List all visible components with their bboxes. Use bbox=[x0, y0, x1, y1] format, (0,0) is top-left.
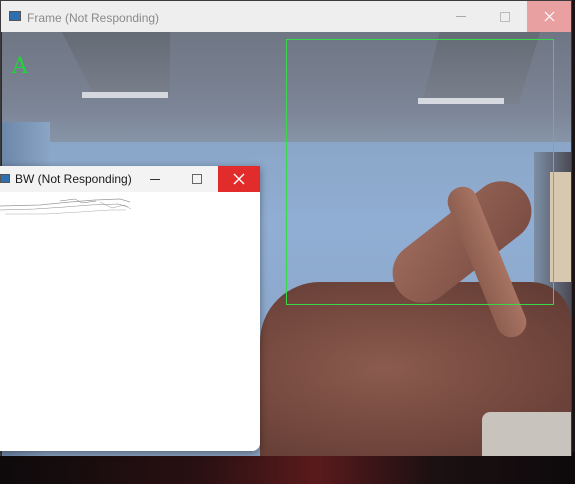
frame-titlebar[interactable]: Frame (Not Responding) bbox=[1, 1, 571, 32]
minimize-icon bbox=[150, 178, 160, 180]
bw-close-button[interactable] bbox=[218, 166, 260, 192]
frame-close-button[interactable] bbox=[527, 1, 571, 32]
prediction-label: A bbox=[12, 54, 28, 79]
sleeve-cuff bbox=[482, 412, 571, 456]
bw-window: BW (Not Responding) bbox=[0, 166, 260, 451]
desktop-background bbox=[0, 452, 575, 484]
edge-sketch bbox=[0, 198, 132, 215]
frame-minimize-button[interactable] bbox=[439, 1, 483, 32]
bw-minimize-button[interactable] bbox=[134, 166, 176, 192]
app-icon bbox=[0, 174, 10, 183]
app-icon bbox=[9, 11, 21, 21]
bw-window-title: BW (Not Responding) bbox=[15, 172, 132, 186]
frame-maximize-button[interactable] bbox=[483, 1, 527, 32]
bw-image bbox=[0, 192, 260, 451]
close-icon bbox=[544, 11, 554, 22]
frame-window-title: Frame (Not Responding) bbox=[27, 11, 160, 25]
bw-titlebar[interactable]: BW (Not Responding) bbox=[0, 166, 260, 192]
roi-box bbox=[286, 39, 554, 305]
ceiling-light-edge bbox=[82, 92, 168, 98]
bw-maximize-button[interactable] bbox=[176, 166, 218, 192]
maximize-icon bbox=[500, 11, 510, 22]
maximize-icon bbox=[192, 174, 202, 184]
close-icon bbox=[233, 173, 245, 185]
minimize-icon bbox=[456, 16, 466, 17]
